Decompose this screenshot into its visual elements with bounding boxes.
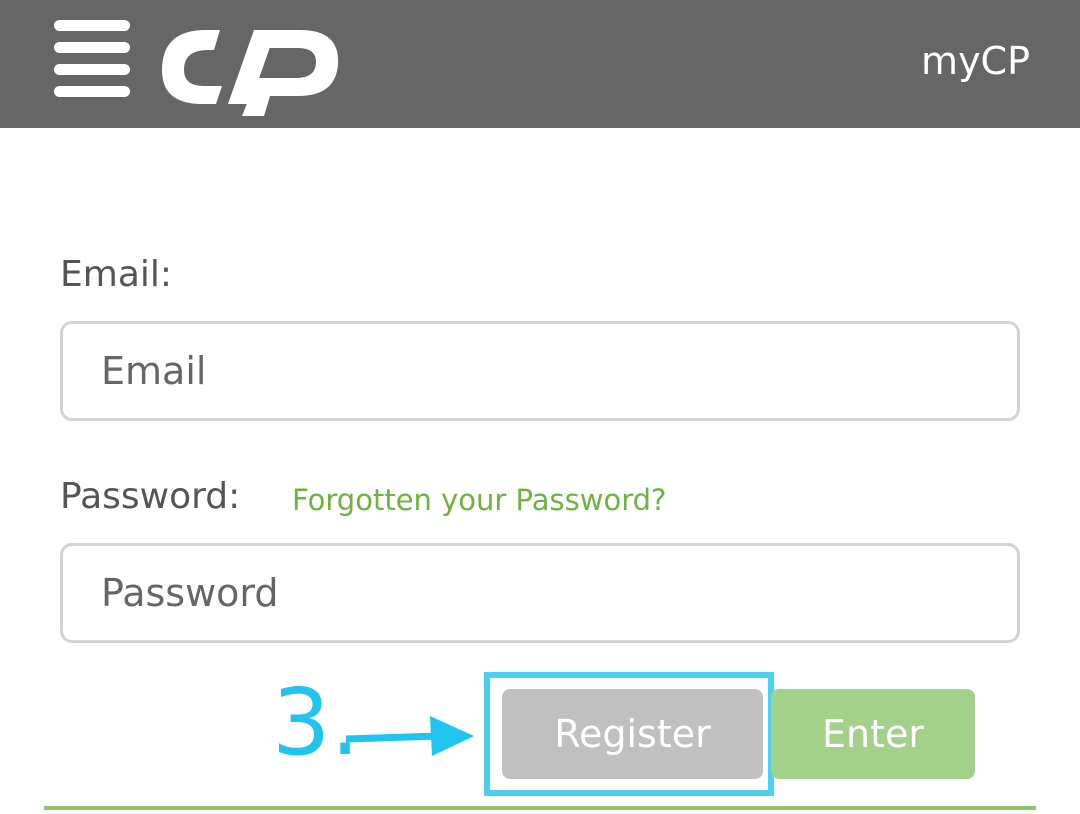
- forgot-password-link[interactable]: Forgotten your Password?: [292, 480, 666, 520]
- password-label: Password:: [60, 476, 241, 517]
- enter-button[interactable]: Enter: [771, 689, 975, 779]
- password-field[interactable]: [60, 543, 1020, 643]
- menu-bar-line: [54, 42, 130, 53]
- divider: [44, 806, 1036, 810]
- email-label: Email:: [60, 254, 173, 295]
- menu-bar-line: [54, 64, 130, 75]
- app-header: myCP: [0, 0, 1080, 128]
- menu-bar-line: [54, 20, 130, 31]
- menu-bar-line: [54, 86, 130, 97]
- email-field[interactable]: [60, 321, 1020, 421]
- cp-logo-icon[interactable]: [158, 16, 342, 118]
- hamburger-menu-icon[interactable]: [54, 20, 130, 98]
- right-arrow-icon: [346, 716, 474, 756]
- register-button[interactable]: Register: [502, 689, 763, 779]
- header-title: myCP: [921, 39, 1030, 83]
